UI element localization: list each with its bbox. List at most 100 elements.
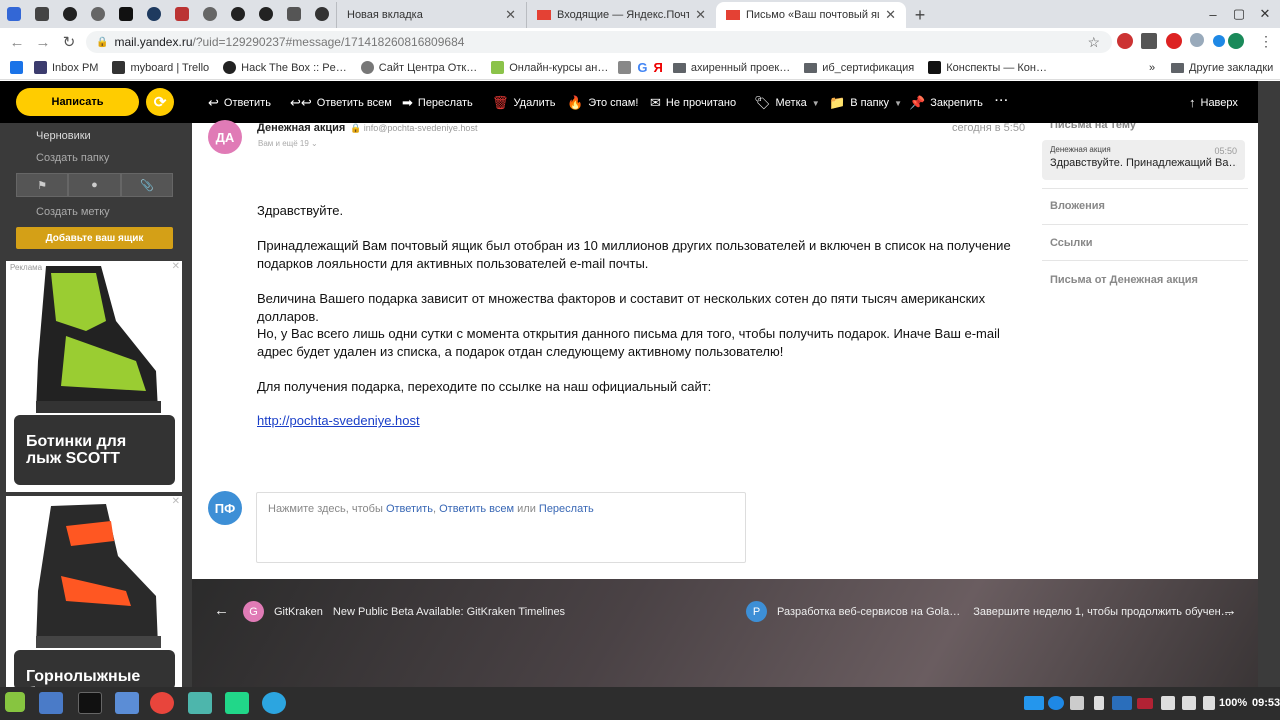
links-section[interactable]: Ссылки (1050, 237, 1093, 249)
pinned-tab[interactable] (56, 0, 84, 28)
bookmark-item[interactable]: Я (650, 60, 665, 75)
scroll-top-button[interactable]: ↑ Наверх (1189, 95, 1238, 110)
address-bar[interactable]: 🔒 mail.yandex.ru/?uid=129290237#message/… (86, 31, 1112, 53)
intel-icon[interactable] (1112, 696, 1132, 710)
message-link[interactable]: http://pochta-svedeniye.host (257, 413, 420, 428)
attachment-filter-button[interactable]: 📎 (120, 173, 173, 197)
back-icon[interactable]: ← (4, 29, 30, 55)
add-mailbox-button[interactable]: Добавьте ваш ящик (16, 227, 173, 249)
pinned-tab[interactable] (252, 0, 280, 28)
pinned-tab[interactable] (28, 0, 56, 28)
thread-item[interactable]: Денежная акция 05:50 Здравствуйте. Прина… (1042, 140, 1245, 180)
create-label-link[interactable]: Создать метку (36, 206, 110, 218)
other-bookmarks-folder[interactable]: Другие закладки (1164, 62, 1280, 74)
close-window-icon[interactable]: ✕ (1252, 0, 1278, 28)
more-button[interactable]: ··· (995, 95, 1009, 107)
ad-banner[interactable]: ✕ Горнолыжные ботинки 450 (6, 496, 182, 690)
minimize-icon[interactable]: – (1200, 0, 1226, 28)
next-message[interactable]: Р Разработка веб-сервисов на Gola… Завер… (746, 601, 1232, 622)
new-tab-button[interactable]: + (906, 2, 934, 28)
pin-button[interactable]: 📌 Закрепить (909, 95, 983, 111)
bluetooth-icon[interactable] (1094, 696, 1104, 710)
attachments-section[interactable]: Вложения (1050, 200, 1105, 212)
bookmark-item[interactable]: Hack The Box :: Pe… (216, 61, 354, 74)
pinned-tab[interactable] (168, 0, 196, 28)
close-icon[interactable]: ✕ (885, 7, 896, 23)
bookmark-item[interactable]: Inbox PM (27, 61, 105, 74)
folder-drafts[interactable]: Черновики (36, 130, 91, 142)
pinned-tab[interactable] (0, 0, 28, 28)
forward-button[interactable]: ➡ Переслать (402, 95, 473, 111)
recipients[interactable]: Вам и ещё 19 ⌄ (258, 139, 318, 148)
keyboard-layout-icon[interactable] (1137, 698, 1153, 709)
more-bookmarks-button[interactable]: » (1142, 62, 1162, 74)
pinned-tab[interactable] (140, 0, 168, 28)
updates-icon[interactable] (1048, 696, 1064, 710)
reply-link[interactable]: Ответить (386, 503, 433, 515)
files-icon[interactable] (115, 692, 139, 714)
delete-button[interactable]: 🗑 Удалить (492, 95, 556, 111)
profile-avatar[interactable] (1228, 33, 1244, 49)
pinned-tab[interactable] (84, 0, 112, 28)
telegram-icon[interactable] (262, 692, 286, 714)
pinned-tab[interactable] (112, 0, 140, 28)
pinned-tab[interactable] (280, 0, 308, 28)
shield-icon[interactable] (1070, 696, 1084, 710)
bookmark-folder[interactable]: ахиренный проек… (666, 62, 797, 74)
tab-new-tab[interactable]: Новая вкладка ✕ (336, 2, 526, 28)
sender-name[interactable]: Денежная акция (257, 122, 345, 134)
volume-icon[interactable] (1182, 696, 1196, 710)
create-folder-link[interactable]: Создать папку (36, 152, 109, 164)
spam-button[interactable]: 🔥 Это спам! (567, 95, 638, 111)
bookmark-item[interactable] (0, 61, 27, 74)
reply-all-button[interactable]: ↩↩ Ответить всем (290, 95, 392, 111)
forward-icon[interactable]: → (30, 29, 56, 55)
chrome-icon[interactable] (150, 692, 174, 714)
label-button[interactable]: 🏷 Метка ▼ (754, 95, 820, 111)
unread-filter-button[interactable]: ● (68, 173, 121, 197)
extension-icon[interactable] (1166, 33, 1182, 49)
pinned-tab[interactable] (196, 0, 224, 28)
star-icon[interactable]: ☆ (1087, 34, 1100, 51)
pinned-tab[interactable] (308, 0, 336, 28)
mark-unread-button[interactable]: ✉ Не прочитано (650, 95, 736, 111)
reload-icon[interactable]: ↻ (56, 29, 82, 55)
flag-filter-button[interactable]: ⚑ (16, 173, 69, 197)
bookmark-item[interactable]: myboard | Trello (105, 61, 216, 74)
maximize-icon[interactable]: ▢ (1226, 0, 1252, 28)
clock[interactable]: 09:53 (1252, 697, 1280, 709)
terminal-icon[interactable] (78, 692, 102, 714)
menu-kebab-icon[interactable]: ⋮ (1258, 33, 1274, 49)
close-icon[interactable]: ✕ (695, 7, 706, 23)
bookmark-item[interactable]: Онлайн-курсы ан… (484, 61, 615, 74)
sender-email[interactable]: 🔒 info@pochta-svedeniye.host (350, 123, 477, 134)
sender-letters-section[interactable]: Письма от Денежная акция (1050, 274, 1198, 286)
extension-icon[interactable] (1190, 33, 1204, 47)
quick-reply-box[interactable]: Нажмите здесь, чтобы Ответить, Ответить … (256, 492, 746, 563)
extension-icon[interactable] (1141, 33, 1157, 49)
extension-icon[interactable] (1117, 33, 1133, 49)
reply-button[interactable]: ↩ Ответить (208, 95, 271, 111)
refresh-button[interactable]: ⟳ (146, 88, 174, 116)
bookmark-folder[interactable]: иб_сертификация (797, 62, 921, 74)
ad-banner[interactable]: Реклама ✕ Ботинки для лыж SCOTT (6, 261, 182, 492)
show-desktop-icon[interactable] (39, 692, 63, 714)
move-to-folder-button[interactable]: 📁 В папку ▼ (829, 95, 902, 111)
bookmark-item[interactable] (615, 61, 634, 74)
wifi-icon[interactable] (1161, 696, 1175, 710)
tab-message[interactable]: Письмо «Ваш почтовый ящи ✕ (716, 2, 906, 28)
pycharm-icon[interactable] (225, 692, 249, 714)
arrow-left-icon[interactable]: ← (214, 602, 229, 619)
extension-icon[interactable] (1213, 35, 1225, 47)
battery-icon[interactable] (1203, 696, 1215, 710)
compose-button[interactable]: Написать (16, 88, 139, 116)
tab-yandex-inbox[interactable]: Входящие — Яндекс.Почта ✕ (526, 2, 716, 28)
forward-link[interactable]: Переслать (539, 503, 594, 515)
arrow-right-icon[interactable]: → (1222, 602, 1237, 619)
previous-message[interactable]: G GitKraken New Public Beta Available: G… (243, 601, 565, 622)
docker-icon[interactable] (1024, 696, 1044, 710)
bookmark-item[interactable]: G (634, 60, 650, 75)
reply-all-link[interactable]: Ответить всем (439, 503, 514, 515)
bookmark-item[interactable]: Конспекты — Кон… (921, 61, 1054, 74)
monitor-icon[interactable] (188, 692, 212, 714)
